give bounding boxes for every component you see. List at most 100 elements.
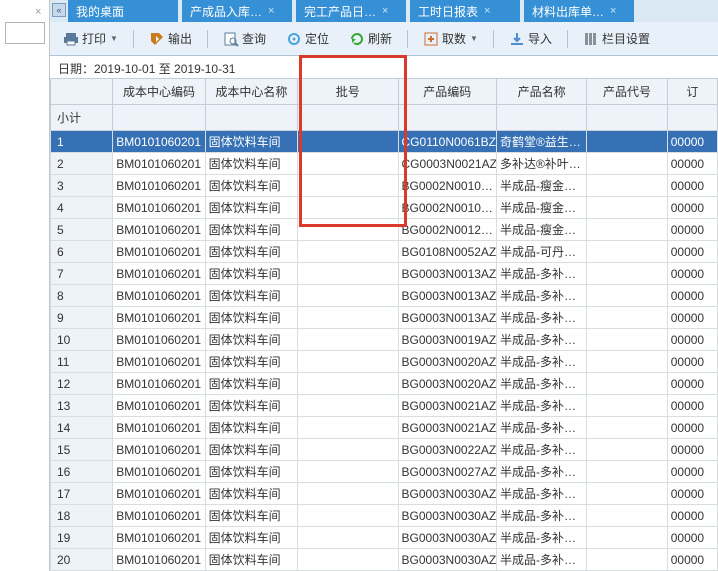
cell-prod-dh[interactable]: [587, 219, 667, 241]
table-row[interactable]: 4BM0101060201固体饮料车间BG0002N0010…半成品-瘦金…00…: [51, 197, 718, 219]
cell-cost-name[interactable]: 固体饮料车间: [205, 461, 297, 483]
tab-finished-in[interactable]: 产成品入库…×: [182, 0, 292, 22]
cell-rownum[interactable]: 18: [51, 505, 113, 527]
cell-prod-name[interactable]: 半成品-多补…: [496, 527, 586, 549]
cell-prod-dh[interactable]: [587, 241, 667, 263]
cell-cost-code[interactable]: BM0101060201: [113, 241, 205, 263]
cell-batch[interactable]: [298, 241, 398, 263]
cell-tail[interactable]: 00000: [667, 329, 717, 351]
table-row[interactable]: 5BM0101060201固体饮料车间BG0002N0012…半成品-瘦金…00…: [51, 219, 718, 241]
cell-cost-code[interactable]: BM0101060201: [113, 285, 205, 307]
cell-prod-code[interactable]: BG0003N0030AZ1: [398, 505, 496, 527]
cell-prod-dh[interactable]: [587, 131, 667, 153]
cell-tail[interactable]: 00000: [667, 417, 717, 439]
col-rownum[interactable]: [51, 79, 113, 105]
cell-prod-code[interactable]: BG0003N0019AZ1: [398, 329, 496, 351]
cell-prod-code[interactable]: BG0002N0010…: [398, 197, 496, 219]
cell-rownum[interactable]: 2: [51, 153, 113, 175]
cell-prod-name[interactable]: 半成品-瘦金…: [496, 197, 586, 219]
col-prod-dh[interactable]: 产品代号: [587, 79, 667, 105]
cell-batch[interactable]: [298, 461, 398, 483]
cell-rownum[interactable]: 5: [51, 219, 113, 241]
col-tail[interactable]: 订: [667, 79, 717, 105]
table-row[interactable]: 2BM0101060201固体饮料车间CG0003N0021AZ1多补达®补叶……: [51, 153, 718, 175]
cell-batch[interactable]: [298, 549, 398, 571]
grid-wrap[interactable]: 成本中心编码 成本中心名称 批号 产品编码 产品名称 产品代号 订 小计 1BM…: [50, 78, 718, 571]
cell-prod-code[interactable]: BG0003N0030AZ1: [398, 549, 496, 571]
cell-tail[interactable]: 00000: [667, 549, 717, 571]
tab-material-out[interactable]: 材料出库单…×: [524, 0, 634, 22]
cell-prod-dh[interactable]: [587, 461, 667, 483]
cell-cost-code[interactable]: BM0101060201: [113, 131, 205, 153]
cell-cost-code[interactable]: BM0101060201: [113, 175, 205, 197]
cell-tail[interactable]: 00000: [667, 527, 717, 549]
cell-prod-name[interactable]: 半成品-多补…: [496, 395, 586, 417]
cell-rownum[interactable]: 20: [51, 549, 113, 571]
cell-prod-code[interactable]: CG0003N0021AZ1: [398, 153, 496, 175]
close-icon[interactable]: ×: [484, 5, 490, 17]
cell-tail[interactable]: 00000: [667, 175, 717, 197]
cell-prod-name[interactable]: 半成品-多补…: [496, 263, 586, 285]
col-prod-code[interactable]: 产品编码: [398, 79, 496, 105]
cell-rownum[interactable]: 16: [51, 461, 113, 483]
cell-tail[interactable]: 00000: [667, 373, 717, 395]
cell-prod-code[interactable]: BG0003N0013AZ1: [398, 263, 496, 285]
cell-prod-code[interactable]: BG0003N0013AZ1: [398, 307, 496, 329]
cell-prod-name[interactable]: 半成品-瘦金…: [496, 219, 586, 241]
cell-cost-name[interactable]: 固体饮料车间: [205, 395, 297, 417]
cell-prod-code[interactable]: BG0002N0010…: [398, 175, 496, 197]
cell-cost-code[interactable]: BM0101060201: [113, 395, 205, 417]
cell-prod-code[interactable]: BG0003N0013AZ1: [398, 285, 496, 307]
cell-cost-name[interactable]: 固体饮料车间: [205, 241, 297, 263]
cell-tail[interactable]: 00000: [667, 351, 717, 373]
cell-cost-name[interactable]: 固体饮料车间: [205, 483, 297, 505]
cell-prod-dh[interactable]: [587, 373, 667, 395]
table-row[interactable]: 8BM0101060201固体饮料车间BG0003N0013AZ1半成品-多补……: [51, 285, 718, 307]
cell-cost-code[interactable]: BM0101060201: [113, 461, 205, 483]
cell-batch[interactable]: [298, 329, 398, 351]
cell-batch[interactable]: [298, 307, 398, 329]
cell-cost-code[interactable]: BM0101060201: [113, 483, 205, 505]
cell-rownum[interactable]: 4: [51, 197, 113, 219]
cell-cost-name[interactable]: 固体饮料车间: [205, 527, 297, 549]
cell-batch[interactable]: [298, 131, 398, 153]
cell-batch[interactable]: [298, 175, 398, 197]
cell-prod-dh[interactable]: [587, 505, 667, 527]
col-cost-code[interactable]: 成本中心编码: [113, 79, 205, 105]
cell-prod-dh[interactable]: [587, 395, 667, 417]
cell-prod-dh[interactable]: [587, 549, 667, 571]
cell-cost-code[interactable]: BM0101060201: [113, 527, 205, 549]
cell-prod-dh[interactable]: [587, 329, 667, 351]
cell-prod-code[interactable]: BG0003N0020AZ1: [398, 373, 496, 395]
cell-prod-name[interactable]: 半成品-多补…: [496, 439, 586, 461]
cell-batch[interactable]: [298, 483, 398, 505]
cell-prod-name[interactable]: 半成品-多补…: [496, 329, 586, 351]
cell-rownum[interactable]: 15: [51, 439, 113, 461]
cell-prod-code[interactable]: BG0002N0012…: [398, 219, 496, 241]
cell-tail[interactable]: 00000: [667, 153, 717, 175]
cell-tail[interactable]: 00000: [667, 483, 717, 505]
cell-batch[interactable]: [298, 153, 398, 175]
cell-prod-dh[interactable]: [587, 307, 667, 329]
cell-cost-name[interactable]: 固体饮料车间: [205, 439, 297, 461]
cell-prod-dh[interactable]: [587, 351, 667, 373]
cell-prod-name[interactable]: 半成品-多补…: [496, 351, 586, 373]
cell-prod-dh[interactable]: [587, 197, 667, 219]
cell-prod-code[interactable]: BG0003N0022AZ1: [398, 439, 496, 461]
cell-rownum[interactable]: 17: [51, 483, 113, 505]
cell-batch[interactable]: [298, 351, 398, 373]
cell-rownum[interactable]: 8: [51, 285, 113, 307]
table-row[interactable]: 18BM0101060201固体饮料车间BG0003N0030AZ1半成品-多补…: [51, 505, 718, 527]
cell-cost-name[interactable]: 固体饮料车间: [205, 329, 297, 351]
cell-batch[interactable]: [298, 263, 398, 285]
cell-prod-dh[interactable]: [587, 483, 667, 505]
cell-cost-code[interactable]: BM0101060201: [113, 219, 205, 241]
cell-rownum[interactable]: 12: [51, 373, 113, 395]
table-row[interactable]: 3BM0101060201固体饮料车间BG0002N0010…半成品-瘦金…00…: [51, 175, 718, 197]
cell-batch[interactable]: [298, 285, 398, 307]
cell-prod-name[interactable]: 奇鹤堂®益生…: [496, 131, 586, 153]
cell-prod-dh[interactable]: [587, 527, 667, 549]
cell-tail[interactable]: 00000: [667, 285, 717, 307]
tab-hours-report[interactable]: 工时日报表×: [410, 0, 520, 22]
cell-prod-dh[interactable]: [587, 285, 667, 307]
